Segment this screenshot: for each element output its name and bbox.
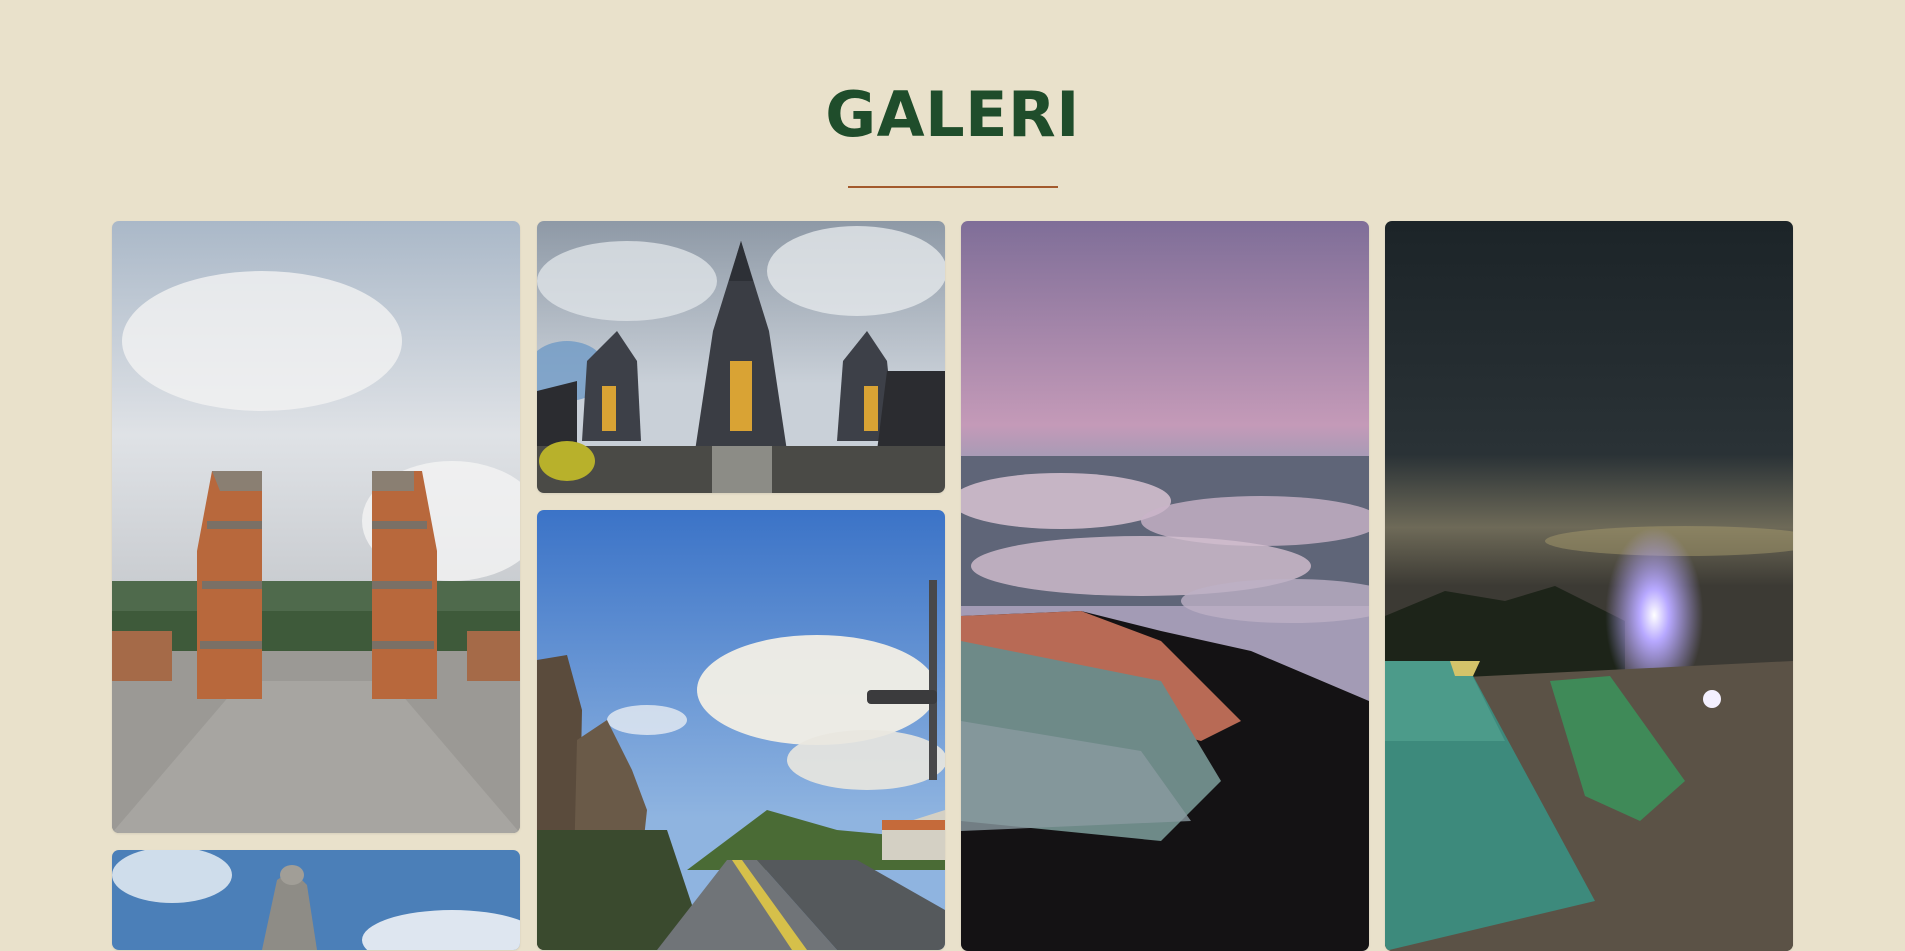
gallery-photo-camping-night[interactable] (1385, 221, 1793, 951)
title-divider (848, 186, 1058, 188)
gallery-section: GALERI (0, 0, 1905, 951)
gallery-photo-temple-street[interactable] (537, 510, 945, 950)
temple-pagoda-image (537, 221, 945, 493)
camping-night-image (1385, 221, 1793, 951)
sea-of-clouds-image (961, 221, 1369, 951)
gallery-photo-split-gate[interactable] (112, 221, 520, 833)
temple-statue-image (112, 850, 520, 950)
gallery-title: GALERI (825, 78, 1080, 151)
gallery-photo-temple-statue[interactable] (112, 850, 520, 950)
split-gate-image (112, 221, 520, 833)
gallery-photo-sea-of-clouds[interactable] (961, 221, 1369, 951)
temple-street-image (537, 510, 945, 950)
gallery-photo-temple-pagoda[interactable] (537, 221, 945, 493)
